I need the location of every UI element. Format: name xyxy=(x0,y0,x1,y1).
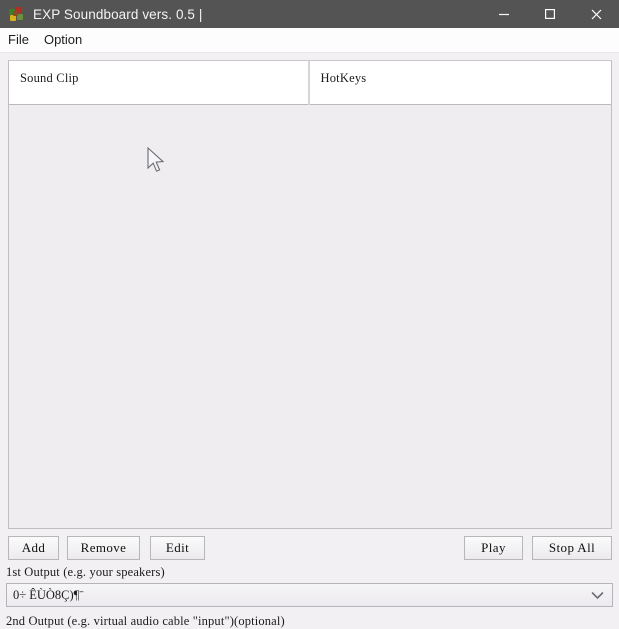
edit-button[interactable]: Edit xyxy=(150,536,205,560)
list-column-divider xyxy=(309,105,310,528)
chevron-down-icon[interactable] xyxy=(582,584,612,606)
column-header-hotkeys-label: HotKeys xyxy=(320,71,367,85)
sound-clip-list[interactable]: Sound Clip HotKeys xyxy=(8,60,612,529)
maximize-icon xyxy=(545,9,556,20)
stop-all-button[interactable]: Stop All xyxy=(532,536,612,560)
menu-item-option[interactable]: Option xyxy=(37,30,89,50)
first-output-label: 1st Output (e.g. your speakers) xyxy=(6,565,165,579)
menu-bar: File Option xyxy=(0,28,619,53)
add-button[interactable]: Add xyxy=(8,536,59,560)
window-controls xyxy=(481,0,619,28)
remove-button[interactable]: Remove xyxy=(67,536,140,560)
play-button[interactable]: Play xyxy=(464,536,523,560)
title-bar[interactable]: EXP Soundboard vers. 0.5 | xyxy=(0,0,619,28)
list-header-row: Sound Clip HotKeys xyxy=(9,61,611,105)
minimize-button[interactable] xyxy=(481,0,527,28)
column-header-sound-clip[interactable]: Sound Clip xyxy=(9,61,309,105)
list-body-empty[interactable] xyxy=(9,105,611,528)
column-header-sound-clip-label: Sound Clip xyxy=(20,71,79,85)
close-button[interactable] xyxy=(573,0,619,28)
close-icon xyxy=(591,9,601,19)
minimize-icon xyxy=(499,13,509,16)
mouse-cursor-icon xyxy=(145,146,167,175)
first-output-select[interactable]: 0÷ ÊÙÒ8Ç)¶ˉ xyxy=(6,583,613,607)
column-header-hotkeys[interactable]: HotKeys xyxy=(308,61,612,105)
menu-item-file[interactable]: File xyxy=(1,30,36,50)
maximize-button[interactable] xyxy=(527,0,573,28)
first-output-value: 0÷ ÊÙÒ8Ç)¶ˉ xyxy=(13,587,84,602)
puzzle-piece-icon xyxy=(8,6,24,22)
window-title: EXP Soundboard vers. 0.5 | xyxy=(33,6,203,22)
